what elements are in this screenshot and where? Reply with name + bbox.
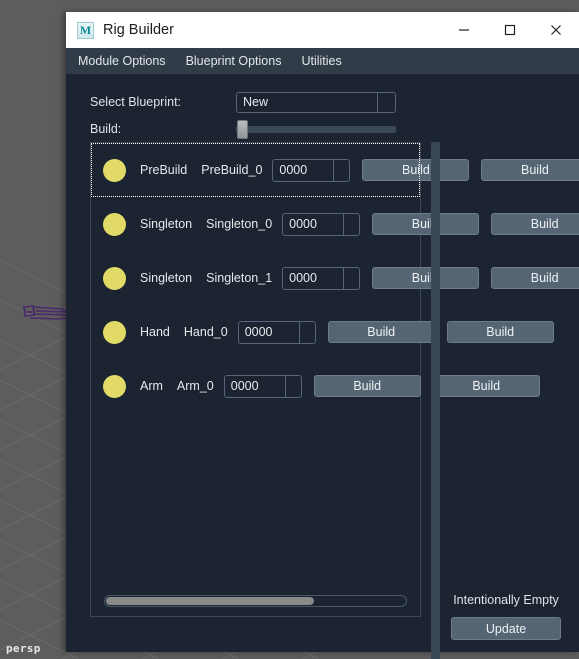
build-button[interactable]: Build (327, 321, 435, 343)
menu-module-options[interactable]: Module Options (76, 52, 168, 70)
build-label: Build: (90, 122, 122, 136)
build-slider[interactable] (236, 119, 396, 139)
camera-label: persp (6, 642, 41, 655)
rig-builder-window: M Rig Builder Module Options Blueprint O… (66, 12, 579, 659)
module-row[interactable]: Singleton Singleton_0 0000 Build Build (91, 197, 579, 251)
blueprint-row: Select Blueprint: New (66, 90, 579, 114)
module-type: PreBuild (140, 163, 188, 177)
build-extra-button[interactable]: Build (481, 159, 579, 181)
module-type: Singleton (140, 271, 193, 285)
module-name: Arm_0 (176, 379, 214, 393)
slider-track[interactable] (236, 126, 396, 133)
module-row[interactable]: PreBuild PreBuild_0 0000 Build Build (91, 143, 579, 197)
blueprint-selected-value: New (243, 95, 269, 109)
horizontal-scrollbar-thumb[interactable] (106, 597, 314, 605)
build-button[interactable]: Build (313, 375, 421, 397)
build-button[interactable]: Build (372, 213, 480, 235)
build-button[interactable]: Build (372, 267, 480, 289)
build-extra-button[interactable]: Build (432, 375, 540, 397)
stepper-icon[interactable] (298, 321, 315, 343)
minimize-button[interactable] (441, 12, 487, 48)
stepper-icon[interactable] (333, 159, 349, 181)
horizontal-scrollbar[interactable] (104, 595, 407, 607)
app-icon-letter: M (79, 23, 92, 37)
menu-blueprint-options[interactable]: Blueprint Options (184, 52, 284, 70)
close-icon (551, 25, 561, 35)
build-button[interactable]: Build (362, 159, 470, 181)
scene-object (23, 305, 73, 320)
module-value-field[interactable]: 0000 (272, 158, 351, 182)
status-dot-icon (103, 266, 126, 290)
module-value: 0000 (244, 325, 273, 339)
status-dot-icon (103, 320, 126, 344)
vertical-scrollbar[interactable] (431, 142, 440, 659)
status-dot-icon (103, 158, 126, 182)
stepper-icon[interactable] (343, 267, 359, 289)
module-value: 0000 (279, 163, 308, 177)
module-value: 0000 (230, 379, 259, 393)
status-dot-icon (103, 212, 126, 236)
minimize-icon (459, 29, 469, 31)
dialog-body: Select Blueprint: New Build: PreBuild Pr… (66, 74, 579, 659)
empty-note-label: Intentionally Empty (453, 593, 559, 607)
module-type: Singleton (140, 217, 193, 231)
close-button[interactable] (533, 12, 579, 48)
build-extra-button[interactable]: Build (491, 213, 579, 235)
module-list-panel[interactable]: PreBuild PreBuild_0 0000 Build Build Sin… (90, 142, 579, 617)
module-value-field[interactable]: 0000 (282, 212, 361, 236)
blueprint-select[interactable]: New (236, 91, 396, 113)
module-value-field[interactable]: 0000 (282, 266, 361, 290)
chevron-down-icon[interactable] (377, 92, 395, 112)
top-controls: Select Blueprint: New Build: (66, 90, 579, 144)
module-value: 0000 (289, 217, 317, 231)
module-value-field[interactable]: 0000 (237, 320, 316, 344)
module-name: PreBuild_0 (201, 163, 263, 177)
build-extra-button[interactable]: Build (446, 321, 554, 343)
module-value-field[interactable]: 0000 (223, 374, 302, 398)
menu-utilities[interactable]: Utilities (299, 52, 343, 70)
module-type: Hand (140, 325, 170, 339)
maximize-icon (504, 24, 516, 36)
module-name: Singleton_1 (206, 271, 273, 285)
status-dot-icon (103, 374, 126, 398)
menubar: Module Options Blueprint Options Utiliti… (66, 48, 579, 74)
right-panel: Intentionally Empty Update (446, 593, 566, 640)
module-row[interactable]: Hand Hand_0 0000 Build Build (91, 305, 554, 359)
module-type: Arm (140, 379, 163, 393)
maximize-button[interactable] (487, 12, 533, 48)
maya-app-icon: M (77, 21, 94, 39)
module-row[interactable]: Singleton Singleton_1 0000 Build Build (91, 251, 579, 305)
stepper-icon[interactable] (284, 375, 301, 397)
build-extra-button[interactable]: Build (491, 267, 579, 289)
slider-handle[interactable] (237, 120, 248, 139)
update-button[interactable]: Update (451, 617, 561, 640)
module-value: 0000 (289, 271, 317, 285)
module-name: Hand_0 (183, 325, 228, 339)
window-title: Rig Builder (103, 22, 174, 38)
stepper-icon[interactable] (343, 213, 359, 235)
module-name: Singleton_0 (206, 217, 273, 231)
window-titlebar[interactable]: M Rig Builder (66, 12, 579, 48)
module-row[interactable]: Arm Arm_0 0000 Build Build (91, 359, 540, 413)
blueprint-label: Select Blueprint: (90, 95, 182, 109)
build-row: Build: (66, 117, 579, 141)
